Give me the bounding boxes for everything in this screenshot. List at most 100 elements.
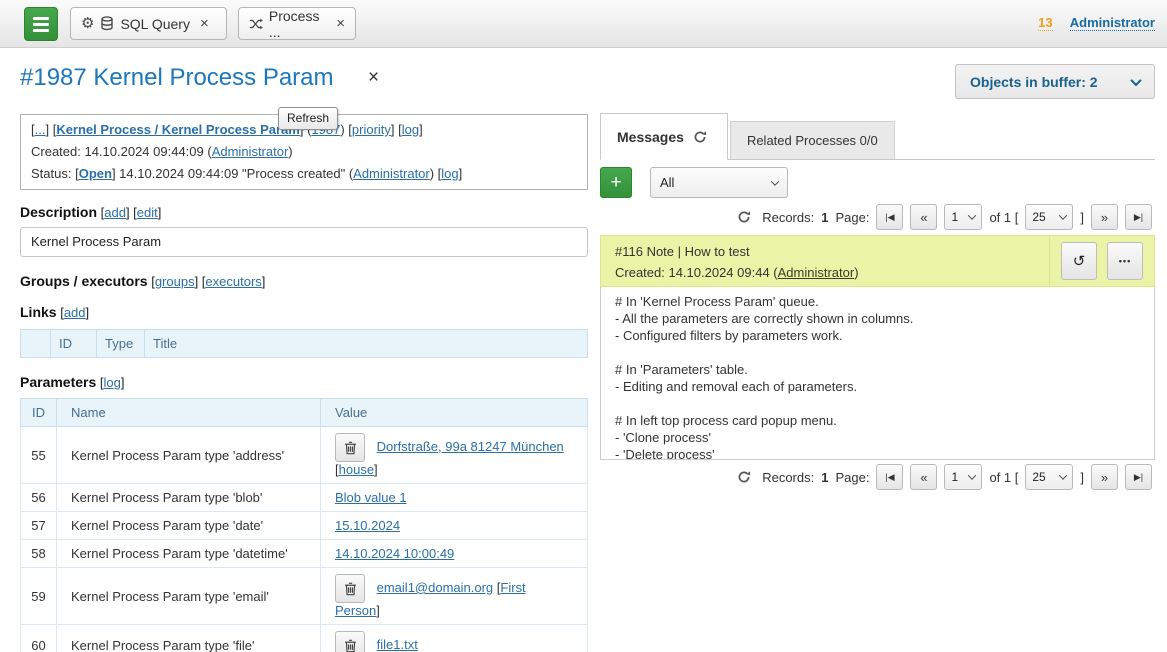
priority-link[interactable]: priority: [352, 122, 391, 137]
next-page-button[interactable]: »: [1091, 204, 1118, 230]
parameters-log-link[interactable]: log: [104, 375, 121, 390]
links-add-link[interactable]: add: [64, 305, 86, 320]
links-heading: Links [add]: [20, 304, 89, 320]
last-page-button[interactable]: ▶|: [1125, 204, 1152, 230]
text-segment: Created: 14.10.2024 09:44:09 (: [31, 144, 212, 159]
note-author-link[interactable]: Administrator: [778, 265, 855, 280]
parameter-value-cell: email1@domain.org [First Person]: [321, 568, 588, 625]
ellipsis-icon: •••: [1119, 256, 1131, 266]
chevron-down-icon: [968, 471, 976, 479]
file-value-link[interactable]: file1.txt: [377, 637, 418, 652]
parameter-value-cell: 14.10.2024 10:00:49: [321, 540, 588, 568]
delete-value-button[interactable]: [335, 574, 365, 603]
last-page-button[interactable]: ▶|: [1125, 464, 1152, 490]
note-title: #116 Note | How to test: [615, 241, 1035, 262]
tab-label: Process ...: [269, 8, 326, 40]
date-value-link[interactable]: 15.10.2024: [335, 518, 400, 533]
user-area: 13 Administrator: [1038, 15, 1155, 30]
parameter-name-cell: Kernel Process Param type 'file': [57, 625, 321, 652]
user-menu[interactable]: Administrator: [1070, 15, 1155, 31]
page-size-value: 25: [1032, 210, 1045, 224]
process-log-link[interactable]: log: [402, 122, 419, 137]
delete-value-button[interactable]: [335, 631, 365, 652]
status-open-link[interactable]: Open: [79, 166, 112, 181]
trash-icon: [344, 639, 357, 652]
refresh-icon: [737, 470, 751, 484]
email-value-link[interactable]: email1@domain.org: [377, 580, 494, 595]
notification-count[interactable]: 13: [1038, 15, 1052, 31]
note-line: - Configured filters by parameters work.: [615, 327, 1140, 344]
filter-selected-value: All: [660, 175, 674, 190]
created-line: Created: 14.10.2024 09:44:09 (Administra…: [31, 141, 577, 163]
executors-link[interactable]: executors: [205, 274, 261, 289]
parameters-table: ID Name Value 55Kernel Process Param typ…: [20, 398, 588, 652]
status-author-link[interactable]: Administrator: [353, 166, 430, 181]
message-filter-select[interactable]: All: [650, 167, 788, 198]
close-tab-icon[interactable]: ×: [336, 15, 345, 32]
refresh-messages-icon[interactable]: [693, 130, 707, 144]
parameter-id-cell: 59: [21, 568, 57, 625]
breadcrumb-more-link[interactable]: ...: [35, 122, 46, 137]
prev-page-button[interactable]: «: [910, 464, 937, 490]
page-size-select[interactable]: 25: [1025, 464, 1073, 490]
note-line: # In left top process card popup menu.: [615, 412, 1140, 429]
parameter-id-cell: 60: [21, 625, 57, 652]
note-created-line: Created: 14.10.2024 09:44 (Administrator…: [615, 262, 1035, 283]
text-segment: ] [: [391, 122, 402, 137]
page-number-value: 1: [951, 210, 958, 224]
delete-value-button[interactable]: [335, 433, 365, 462]
page-number-select[interactable]: 1: [944, 464, 982, 490]
parameter-name-cell: Kernel Process Param type 'datetime': [57, 540, 321, 568]
note-more-button[interactable]: •••: [1107, 242, 1143, 280]
parameter-value-cell: Blob value 1: [321, 484, 588, 512]
creator-link[interactable]: Administrator: [212, 144, 289, 159]
app-window: ⚙ SQL Query × Process ... × 13 Administr…: [0, 0, 1167, 652]
main-menu-button[interactable]: [24, 7, 58, 41]
chevron-down-icon: [1059, 211, 1067, 219]
address-value-link[interactable]: Dorfstraße, 99a 81247 München: [377, 439, 564, 454]
links-table: ID Type Title: [20, 329, 588, 358]
page-number-select[interactable]: 1: [944, 204, 982, 230]
close-process-icon[interactable]: ×: [368, 67, 379, 89]
blob-value-link[interactable]: Blob value 1: [335, 490, 407, 505]
prev-page-button[interactable]: «: [910, 204, 937, 230]
note-line: [615, 344, 1140, 361]
description-edit-link[interactable]: edit: [137, 205, 158, 220]
tab-messages[interactable]: Messages: [600, 113, 728, 160]
process-path-link[interactable]: Kernel Process / Kernel Process Param: [56, 122, 300, 137]
refresh-list-icon[interactable]: [737, 210, 751, 224]
page-size-select[interactable]: 25: [1025, 204, 1073, 230]
note-header: #116 Note | How to test Created: 14.10.2…: [600, 235, 1155, 287]
text-segment: ]: [419, 122, 423, 137]
refresh-list-icon[interactable]: [737, 470, 751, 484]
text-segment: [: [148, 274, 155, 289]
objects-in-buffer-button[interactable]: Objects in buffer: 2: [955, 64, 1155, 99]
note-line: - All the parameters are correctly shown…: [615, 310, 1140, 327]
text-segment: Groups / executors: [20, 273, 148, 289]
status-log-link[interactable]: log: [441, 166, 458, 181]
tab-related-processes[interactable]: Related Processes 0/0: [730, 121, 895, 159]
first-page-button[interactable]: |◀: [876, 464, 903, 490]
text-segment: ): [288, 144, 292, 159]
messages-pager-bottom: Records: 1 Page: |◀ « 1 of 1 [ 25 ] » ▶|: [600, 464, 1152, 490]
text-segment: ] [: [195, 274, 206, 289]
parameter-value-cell: file1.txt: [321, 625, 588, 652]
parameter-name-cell: Kernel Process Param type 'date': [57, 512, 321, 540]
page-label: Page:: [835, 210, 869, 225]
text-segment: ]: [86, 305, 90, 320]
parameter-value-cell: 15.10.2024: [321, 512, 588, 540]
trash-icon: [344, 441, 357, 455]
close-tab-icon[interactable]: ×: [200, 15, 209, 32]
tab-sql-query[interactable]: ⚙ SQL Query ×: [70, 7, 227, 40]
records-value: 1: [821, 470, 828, 485]
next-page-button[interactable]: »: [1091, 464, 1118, 490]
first-page-button[interactable]: |◀: [876, 204, 903, 230]
datetime-value-link[interactable]: 14.10.2024 10:00:49: [335, 546, 454, 561]
note-line: [615, 395, 1140, 412]
description-add-link[interactable]: add: [104, 205, 126, 220]
add-message-button[interactable]: +: [600, 167, 632, 198]
groups-link[interactable]: groups: [155, 274, 195, 289]
house-link[interactable]: house: [339, 462, 374, 477]
reply-note-button[interactable]: ↺: [1061, 242, 1097, 280]
tab-process[interactable]: Process ... ×: [238, 7, 356, 40]
